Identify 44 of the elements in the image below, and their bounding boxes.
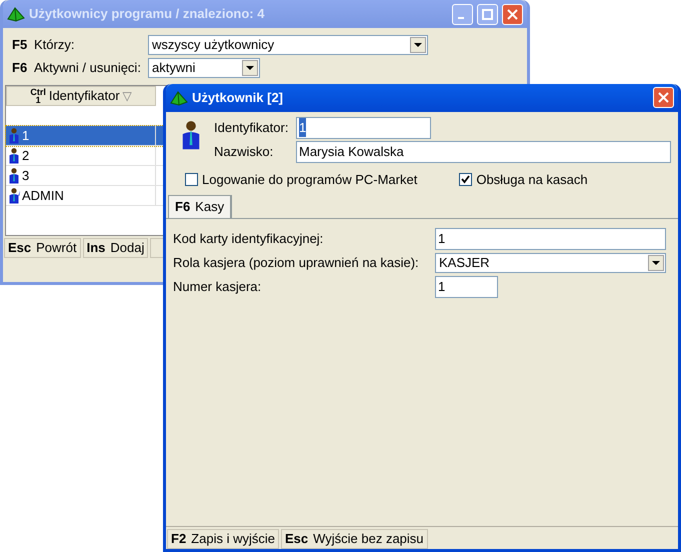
close-button[interactable] <box>502 4 523 24</box>
table-cell-text: 2 <box>22 146 30 165</box>
person-icon <box>8 166 20 184</box>
checkbox[interactable] <box>459 172 472 186</box>
checkbox[interactable] <box>185 172 198 186</box>
filter-dropdown[interactable]: wszyscy użytkownicy <box>148 35 428 55</box>
shortcut-key: F6 <box>12 58 34 78</box>
person-icon <box>8 146 20 164</box>
tab[interactable]: F6 Kasy <box>168 195 232 218</box>
table-cell-text: 1 <box>22 126 30 145</box>
text-field[interactable]: Marysia Kowalska <box>296 140 671 163</box>
checkbox-label: Logowanie do programów PC-Market <box>202 170 418 189</box>
table-cell-text: ADMIN <box>22 186 64 205</box>
text-field[interactable]: 1 <box>435 228 666 250</box>
field-label: Numer kasjera: <box>173 278 262 296</box>
window-title: Użytkownicy programu / znaleziono: 4 <box>29 5 264 24</box>
person-icon <box>8 126 20 144</box>
role-dropdown[interactable]: KASJER <box>435 252 666 273</box>
shortcut-button[interactable]: Esc Powrót <box>4 238 81 258</box>
filter-dropdown[interactable]: aktywni <box>148 58 260 78</box>
admin-person-icon <box>8 186 20 204</box>
filter-label: Aktywni / usunięci: <box>34 59 142 78</box>
filter-label: Którzy: <box>34 36 76 54</box>
close-icon <box>658 92 669 104</box>
field-label: Identyfikator: <box>214 118 290 137</box>
shortcut-button[interactable]: Ins Dodaj <box>82 238 148 258</box>
minimize-icon <box>458 17 464 19</box>
app-logo-icon <box>7 6 25 22</box>
shortcut-button[interactable]: Esc Wyjście bez zapisu <box>280 529 428 549</box>
field-label: Nazwisko: <box>214 142 274 161</box>
app-logo-icon <box>170 90 188 106</box>
field-label: Kod karty identyfikacyjnej: <box>173 230 324 248</box>
field-label: Rola kasjera (poziom uprawnień na kasie): <box>173 254 420 272</box>
window-title: Użytkownik [2] <box>192 89 284 108</box>
text-field[interactable]: 1 <box>296 116 431 139</box>
text-field[interactable]: 1 <box>435 276 498 298</box>
checkbox-label: Obsługa na kasach <box>476 170 588 189</box>
maximize-icon <box>482 8 493 20</box>
close-icon <box>507 8 518 20</box>
close-button[interactable] <box>653 87 674 108</box>
shortcut-button[interactable]: F2 Zapis i wyjście <box>167 529 279 549</box>
shortcut-key: F5 <box>12 35 34 55</box>
table-cell-text: 3 <box>22 166 30 185</box>
person-icon <box>180 118 202 152</box>
